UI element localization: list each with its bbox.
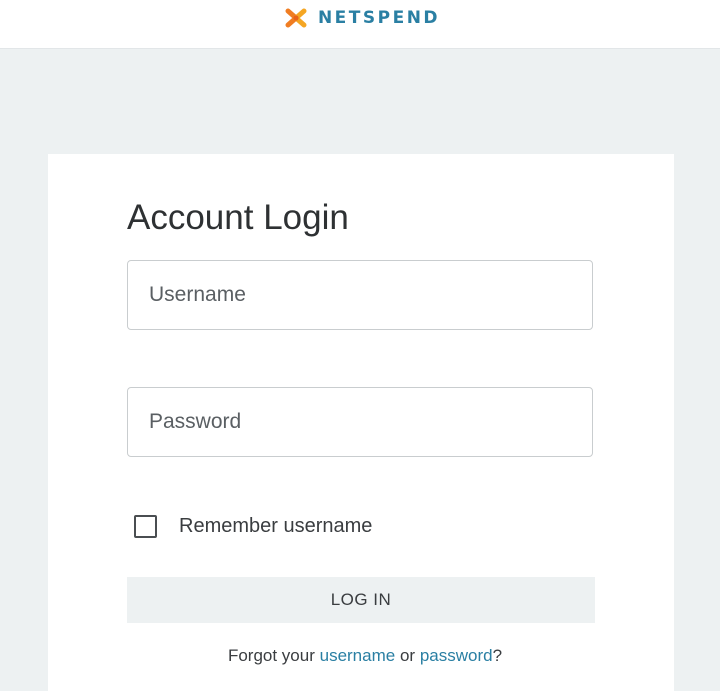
- forgot-username-link[interactable]: username: [320, 646, 396, 665]
- remember-username-label: Remember username: [179, 515, 373, 537]
- username-field[interactable]: [127, 260, 593, 330]
- login-card: Account Login Remember username LOG IN F…: [48, 154, 674, 691]
- brand-name: NETSPEND: [317, 8, 441, 28]
- netspend-logo[interactable]: NETSPEND: [282, 8, 440, 28]
- forgot-password-link[interactable]: password: [420, 646, 493, 665]
- netspend-logo-icon: [285, 8, 307, 28]
- top-header-bar: NETSPEND: [0, 0, 720, 49]
- page-title: Account Login: [127, 198, 349, 237]
- forgot-prefix: Forgot your: [227, 646, 315, 665]
- remember-username-checkbox[interactable]: [134, 515, 157, 538]
- login-button[interactable]: LOG IN: [127, 577, 595, 623]
- password-field[interactable]: [127, 387, 593, 457]
- forgot-middle: or: [399, 646, 416, 665]
- username-input[interactable]: [128, 261, 592, 329]
- forgot-suffix: ?: [492, 646, 503, 665]
- password-input[interactable]: [128, 388, 592, 456]
- remember-username-row[interactable]: Remember username: [134, 515, 372, 538]
- forgot-credentials-text: Forgot your username or password?: [52, 646, 678, 666]
